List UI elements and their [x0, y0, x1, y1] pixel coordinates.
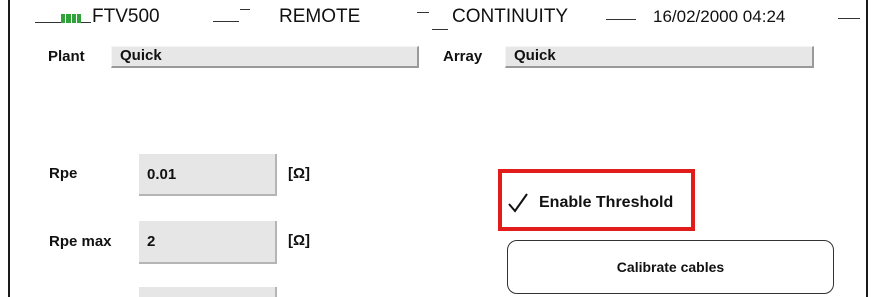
- plant-field[interactable]: Quick: [111, 46, 419, 68]
- rpe-unit: [Ω]: [288, 165, 311, 182]
- header-divider: [213, 21, 239, 22]
- device-name: FTV500: [92, 6, 160, 27]
- header-divider: [838, 18, 860, 19]
- rpe-input[interactable]: 0.01: [139, 154, 277, 196]
- rpe-max-input[interactable]: 2: [139, 221, 277, 264]
- header-divider: [240, 9, 250, 10]
- rpe-max-label: Rpe max: [49, 233, 112, 250]
- mode-label: REMOTE: [279, 6, 361, 27]
- calibrate-cables-button[interactable]: Calibrate cables: [507, 240, 834, 294]
- array-label: Array: [443, 48, 483, 65]
- datetime: 16/02/2000 04:24: [653, 7, 786, 26]
- battery-icon: [61, 14, 81, 23]
- enable-threshold-checkbox[interactable]: [507, 192, 529, 214]
- function-label: CONTINUITY: [452, 6, 569, 27]
- partial-input[interactable]: [139, 287, 277, 297]
- array-field[interactable]: Quick: [505, 46, 814, 68]
- rpe-max-unit: [Ω]: [288, 232, 311, 249]
- checkmark-icon: [508, 193, 528, 213]
- header-divider: [35, 22, 61, 23]
- header-divider: [606, 19, 636, 20]
- header-divider: [432, 29, 448, 30]
- rpe-label: Rpe: [49, 165, 78, 182]
- header-divider: [417, 12, 429, 13]
- enable-threshold-label[interactable]: Enable Threshold: [539, 193, 673, 213]
- plant-label: Plant: [48, 48, 85, 65]
- header-divider: [81, 22, 91, 23]
